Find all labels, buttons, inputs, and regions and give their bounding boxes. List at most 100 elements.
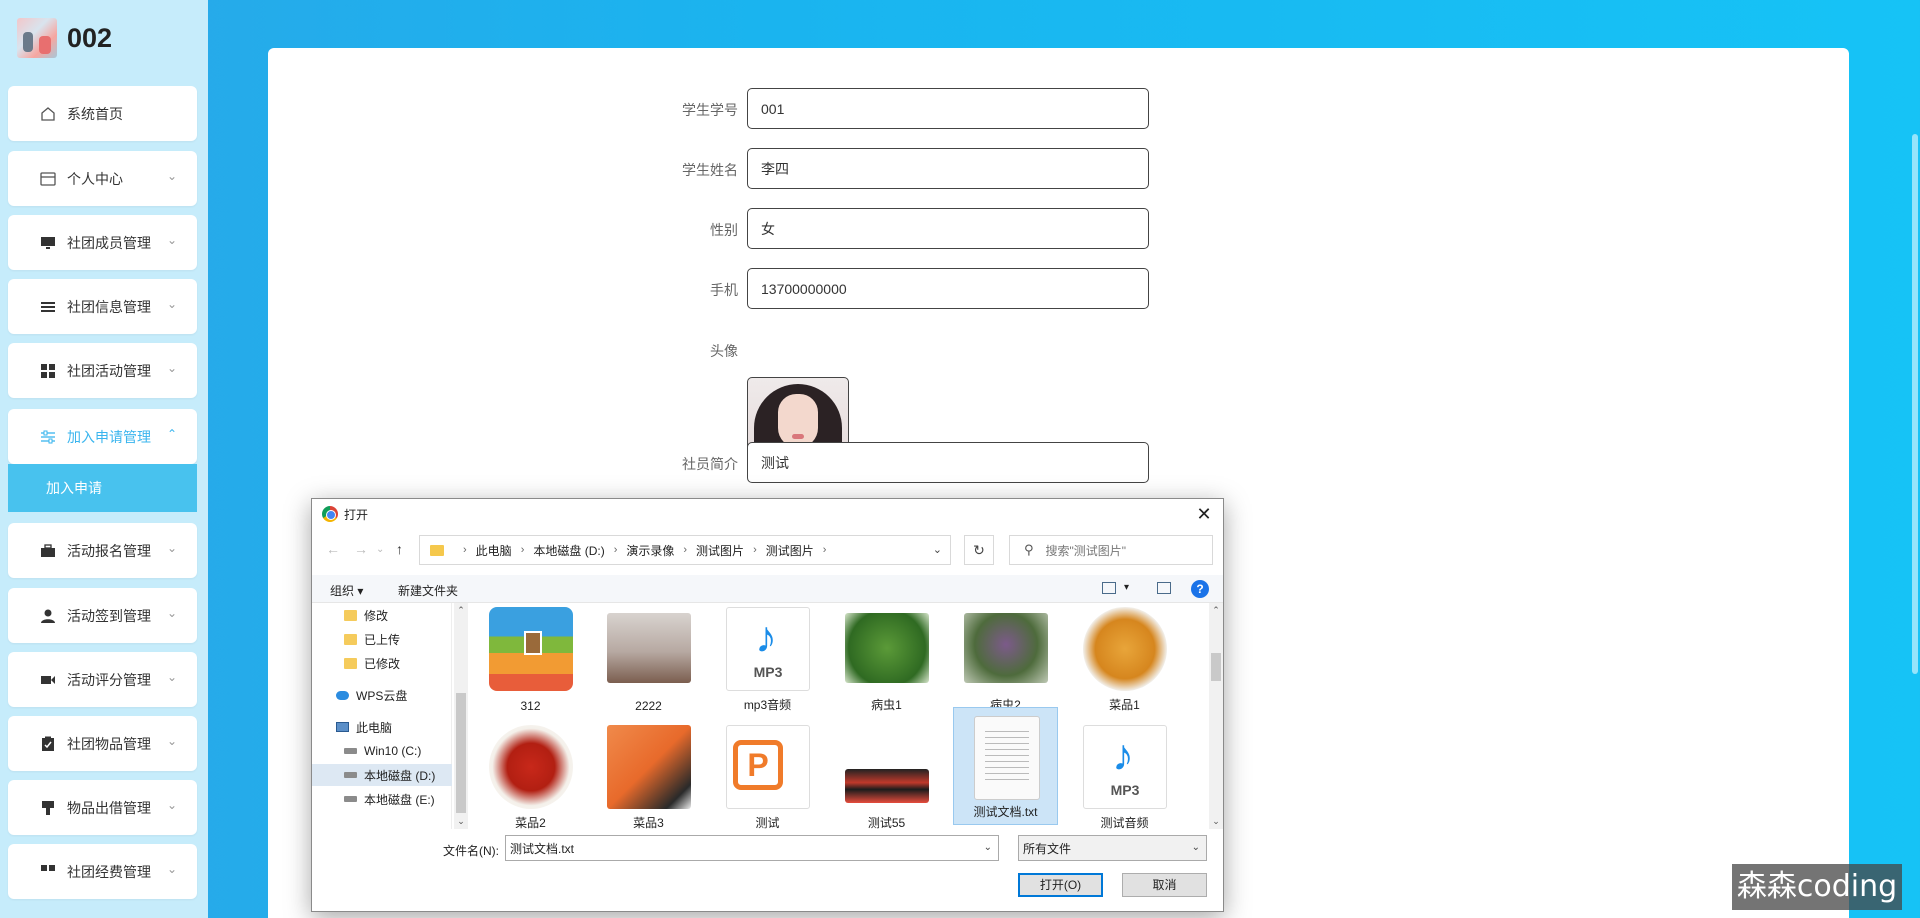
drive-icon: [344, 748, 357, 754]
user-icon: [38, 608, 58, 624]
preview-pane-icon[interactable]: [1157, 582, 1171, 594]
file-item[interactable]: 2222: [596, 599, 701, 717]
filename-input[interactable]: 测试文档.txt ⌄: [505, 835, 999, 861]
nav-drive-e[interactable]: 本地磁盘 (E:): [312, 788, 452, 810]
mp3-icon: ♪ MP3: [726, 607, 810, 691]
filename-label: 文件名(N):: [443, 844, 499, 858]
intro-label: 社员简介: [682, 456, 738, 472]
files-scrollbar[interactable]: ⌃ ⌄: [1209, 603, 1223, 829]
navigation-pane: 修改 已上传 已修改 WPS云盘 此电脑 Win10 (C:) 本地磁盘 (D:…: [312, 603, 452, 829]
breadcrumb-item[interactable]: 测试图片: [766, 542, 814, 559]
nav-drive-c[interactable]: Win10 (C:): [312, 740, 452, 762]
view-options-icon[interactable]: [1102, 582, 1116, 594]
recent-dropdown-icon[interactable]: ⌄: [376, 544, 384, 555]
breadcrumb-item[interactable]: 测试图片: [696, 542, 744, 559]
student-id-input[interactable]: 001: [747, 88, 1149, 129]
file-item[interactable]: ♪ MP3 mp3音频: [715, 599, 820, 717]
sidebar-item-home[interactable]: 系统首页: [8, 86, 197, 141]
file-item[interactable]: P 测试: [715, 717, 820, 835]
page-scrollbar[interactable]: [1910, 0, 1920, 918]
sidebar-item-profile[interactable]: 个人中心 ⌄: [8, 151, 197, 206]
sidebar-item-activities[interactable]: 社团活动管理 ⌄: [8, 343, 197, 398]
chevron-up-icon[interactable]: ⌃: [454, 605, 468, 616]
nav-folder-modify[interactable]: 修改: [312, 604, 452, 626]
sidebar-item-label: 活动签到管理: [67, 607, 151, 624]
file-item[interactable]: ♪ MP3 测试音频: [1072, 717, 1177, 835]
intro-input[interactable]: 测试: [747, 442, 1149, 483]
help-icon[interactable]: ?: [1191, 580, 1209, 598]
chevron-down-icon: ⌄: [166, 734, 177, 748]
student-name-label: 学生姓名: [682, 162, 738, 178]
grid-icon: [38, 363, 58, 379]
sidebar-item-label: 活动报名管理: [67, 542, 151, 559]
chevron-down-icon[interactable]: ⌄: [984, 842, 992, 853]
nav-drive-d[interactable]: 本地磁盘 (D:): [312, 764, 452, 786]
sidebar-item-label: 加入申请管理: [67, 428, 151, 445]
close-icon[interactable]: ✕: [1191, 501, 1217, 527]
cancel-button[interactable]: 取消: [1122, 873, 1207, 897]
file-item[interactable]: 312: [478, 599, 583, 717]
new-folder-button[interactable]: 新建文件夹: [398, 582, 458, 599]
clipboard-icon: [38, 736, 58, 752]
up-arrow-icon[interactable]: ↑: [396, 541, 403, 557]
sidebar-subitem-join-request[interactable]: 加入申请: [8, 464, 197, 512]
avatar-label: 头像: [710, 343, 738, 359]
gender-input[interactable]: 女: [747, 208, 1149, 249]
sidebar-item-signup[interactable]: 活动报名管理 ⌄: [8, 523, 197, 578]
sidebar-item-label: 个人中心: [67, 170, 123, 187]
breadcrumb-item[interactable]: 演示录像: [626, 542, 674, 559]
search-input[interactable]: ⚲ 搜索"测试图片": [1009, 535, 1213, 565]
chevron-up-icon[interactable]: ⌃: [1209, 605, 1223, 616]
file-item[interactable]: 菜品1: [1072, 599, 1177, 717]
nav-folder-modified[interactable]: 已修改: [312, 652, 452, 674]
brand-logo: [17, 18, 57, 58]
gender-label: 性别: [710, 222, 738, 238]
filetype-select[interactable]: 所有文件 ⌄: [1018, 835, 1207, 861]
file-item[interactable]: 病虫2: [953, 599, 1058, 717]
file-item-selected[interactable]: 测试文档.txt: [953, 707, 1058, 825]
sidebar-item-funds[interactable]: 社团经费管理 ⌄: [8, 844, 197, 899]
back-arrow-icon[interactable]: ←: [326, 541, 340, 557]
chevron-down-icon[interactable]: ▾: [1124, 582, 1129, 593]
sidebar-item-join-requests[interactable]: 加入申请管理 ⌃: [8, 409, 197, 464]
chevron-down-icon[interactable]: ⌄: [454, 816, 468, 827]
file-item[interactable]: 菜品2: [478, 717, 583, 835]
sidebar-item-label: 社团活动管理: [67, 362, 151, 379]
sidebar-item-rating[interactable]: 活动评分管理 ⌄: [8, 652, 197, 707]
forward-arrow-icon[interactable]: →: [354, 541, 368, 557]
sidebar-item-lending[interactable]: 物品出借管理 ⌄: [8, 780, 197, 835]
open-button[interactable]: 打开(O): [1018, 873, 1103, 897]
sidebar-item-label: 社团经费管理: [67, 863, 151, 880]
chevron-down-icon[interactable]: ⌄: [1209, 816, 1223, 827]
nav-scrollbar[interactable]: ⌃ ⌄: [454, 603, 468, 829]
file-item[interactable]: 菜品3: [596, 717, 701, 835]
nav-wps-cloud[interactable]: WPS云盘: [312, 684, 452, 706]
address-bar[interactable]: › 此电脑 › 本地磁盘 (D:) › 演示录像 › 测试图片 › 测试图片 ›…: [419, 535, 951, 565]
text-file-icon: [974, 716, 1040, 800]
chevron-down-icon[interactable]: ⌄: [933, 543, 942, 556]
file-item[interactable]: 测试55: [834, 717, 939, 835]
nav-this-pc[interactable]: 此电脑: [312, 716, 452, 738]
sidebar-item-label: 社团成员管理: [67, 234, 151, 251]
breadcrumb-item[interactable]: 本地磁盘 (D:): [533, 542, 604, 559]
sidebar-item-items[interactable]: 社团物品管理 ⌄: [8, 716, 197, 771]
file-item[interactable]: 病虫1: [834, 599, 939, 717]
sidebar-item-label: 物品出借管理: [67, 799, 151, 816]
file-open-dialog: 打开 ✕ ← → ⌄ ↑ › 此电脑 › 本地磁盘 (D:) › 演示录像 › …: [311, 498, 1224, 912]
video-thumbnail: [845, 769, 929, 803]
image-thumbnail: [607, 725, 691, 809]
breadcrumb-item[interactable]: 此电脑: [476, 542, 512, 559]
organize-button[interactable]: 组织 ▾: [330, 582, 363, 599]
chevron-down-icon: ⌄: [166, 798, 177, 812]
dialog-navbar: ← → ⌄ ↑ › 此电脑 › 本地磁盘 (D:) › 演示录像 › 测试图片 …: [312, 535, 1223, 565]
drive-icon: [344, 796, 357, 802]
sidebar-item-members[interactable]: 社团成员管理 ⌄: [8, 215, 197, 270]
refresh-icon[interactable]: ↻: [964, 535, 994, 565]
nav-folder-uploaded[interactable]: 已上传: [312, 628, 452, 650]
image-thumbnail: [845, 613, 929, 683]
mp3-icon: ♪ MP3: [1083, 725, 1167, 809]
sidebar-item-club-info[interactable]: 社团信息管理 ⌄: [8, 279, 197, 334]
phone-input[interactable]: 13700000000: [747, 268, 1149, 309]
student-name-input[interactable]: 李四: [747, 148, 1149, 189]
sidebar-item-checkin[interactable]: 活动签到管理 ⌄: [8, 588, 197, 643]
